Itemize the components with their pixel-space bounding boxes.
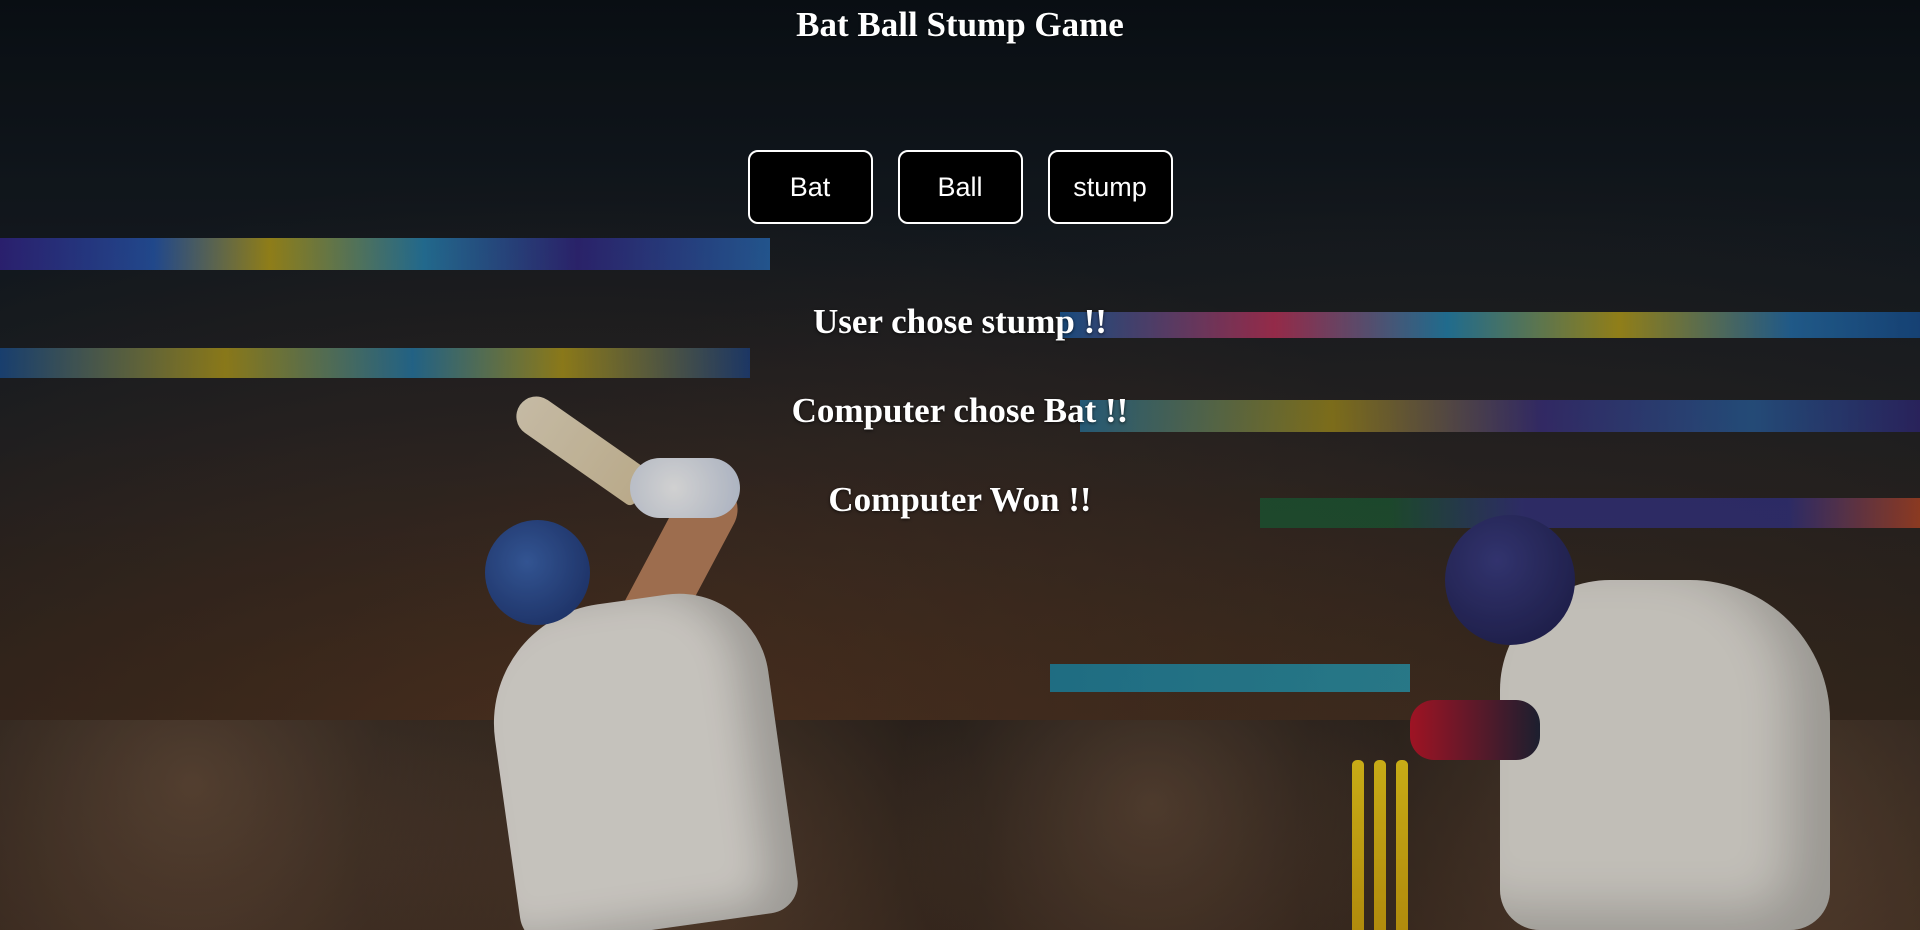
user-choice-text: User chose stump !! [813,302,1107,341]
game-result-text: Computer Won !! [828,480,1092,519]
stump-button[interactable]: stump [1047,150,1173,224]
ball-button[interactable]: Ball [897,150,1023,224]
game-page: Bat Ball Stump Game Bat Ball stump User … [0,0,1920,930]
game-panel: Bat Ball Stump Game Bat Ball stump User … [0,0,1920,520]
computer-choice-text: Computer chose Bat !! [791,391,1129,430]
bat-button[interactable]: Bat [747,150,873,224]
page-title: Bat Ball Stump Game [796,5,1124,44]
choice-buttons: Bat Ball stump [0,150,1920,224]
